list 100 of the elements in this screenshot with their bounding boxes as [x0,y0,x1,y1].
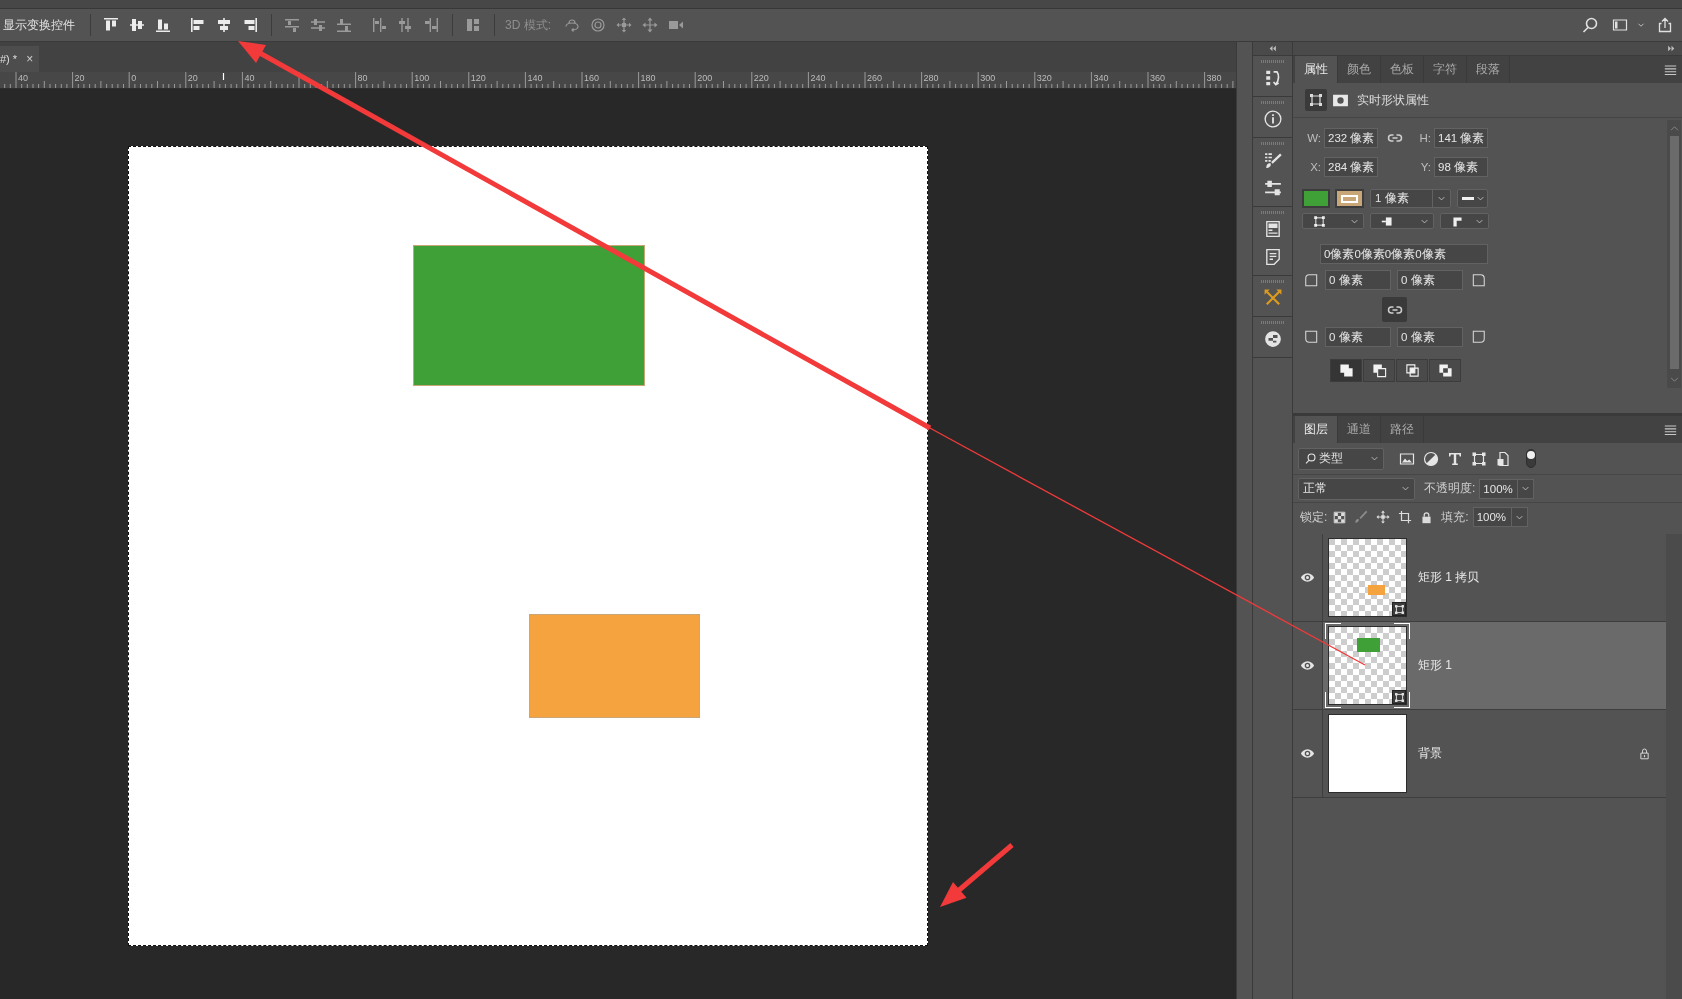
align-bottom-icon[interactable] [155,17,171,33]
ruler-label: 40 [244,73,255,83]
height-field[interactable]: 141 像素 [1434,128,1488,148]
opacity-field[interactable]: 100% [1479,478,1519,499]
layer-row[interactable]: 矩形 1 [1293,622,1666,710]
panel-tab[interactable]: 路径 [1381,416,1424,443]
panel-menu-icon[interactable] [1664,423,1677,436]
ruler-label: 220 [753,73,769,83]
grip-icon[interactable] [1260,211,1285,214]
grip-icon[interactable] [1260,321,1285,324]
blend-mode-dropdown[interactable]: 正常 [1298,477,1415,500]
3d-mode-label: 3D 模式: [505,16,551,34]
y-field[interactable]: 98 像素 [1434,157,1488,177]
history-icon[interactable] [1263,69,1282,87]
sliders-icon[interactable] [1263,179,1282,197]
x-field[interactable]: 284 像素 [1324,157,1378,177]
move-icon[interactable] [1376,510,1391,524]
search-icon[interactable] [1582,17,1598,33]
layer-row[interactable]: 矩形 1 拷贝 [1293,534,1666,622]
ruler-label: 300 [980,73,996,83]
checkerboard-icon[interactable] [1333,510,1347,524]
stroke-align-icon [1313,214,1326,228]
panel-menu-icon[interactable] [1664,63,1677,76]
lock-icon[interactable] [1420,510,1434,524]
field-label: W: [1306,132,1321,144]
grip-icon[interactable] [1260,60,1285,63]
eye-icon[interactable] [1300,570,1315,585]
shape-icon[interactable] [1471,450,1487,467]
corner-radii-field[interactable]: 0像素0像素0像素0像素 [1320,244,1488,264]
crop-icon[interactable] [1398,510,1413,524]
path-operation-button[interactable] [1396,359,1428,382]
lock-icon[interactable] [1638,747,1651,760]
caret-icon [1437,194,1446,203]
corner-radius-field[interactable]: 0 像素 [1397,270,1463,290]
line-cap-dropdown[interactable] [1370,213,1434,229]
panel-tab[interactable]: 通道 [1338,416,1381,443]
corner-radius-field[interactable]: 0 像素 [1397,327,1463,347]
layer-row[interactable]: 背景 [1293,710,1666,798]
workspace-icon[interactable] [1610,17,1630,33]
panel-tab[interactable]: 字符 [1424,56,1467,83]
panel-tab[interactable]: 色板 [1381,56,1424,83]
rounded-corner-icon[interactable] [1472,273,1486,287]
scrollbar[interactable] [1667,120,1681,388]
close-button[interactable]: × [26,52,34,66]
expand-icon[interactable] [1667,44,1676,53]
ruler-label: 20 [187,73,198,83]
corner-radius-field[interactable]: 0 像素 [1325,270,1391,290]
panel-layout-icon[interactable] [1263,220,1282,238]
info-icon[interactable] [1263,110,1282,128]
corner-radius-field[interactable]: 0 像素 [1325,327,1391,347]
path-operation-button[interactable] [1363,359,1395,382]
image-icon[interactable] [1399,450,1415,467]
stroke-swatch-icon[interactable] [1335,189,1364,208]
note-icon[interactable] [1263,248,1282,266]
page-icon[interactable] [1495,450,1511,467]
align-top-icon[interactable] [103,17,119,33]
filter-dropdown[interactable]: 类型 [1298,447,1384,470]
document-tab[interactable]: #) * × [0,46,40,72]
rounded-corner-icon[interactable] [1304,273,1318,287]
fill-field[interactable]: 100% [1472,507,1512,527]
align-left-icon[interactable] [190,17,206,33]
rounded-corner-icon[interactable] [1472,330,1486,344]
panel-tab[interactable]: 段落 [1467,56,1510,83]
rounded-corner-icon[interactable] [1304,330,1318,344]
intersect-shapes-icon [1404,363,1420,378]
ruler-label: 100 [414,73,430,83]
stroke-align-dropdown[interactable] [1302,213,1364,229]
eye-icon[interactable] [1300,746,1315,761]
line-join-dropdown[interactable] [1440,213,1489,229]
caret-icon [1476,194,1485,203]
path-operation-button[interactable] [1330,359,1362,382]
share-icon[interactable] [1657,17,1673,33]
panel-tab[interactable]: 颜色 [1338,56,1381,83]
crossed-tools-icon[interactable] [1263,289,1282,307]
collapse-icon[interactable] [1268,44,1277,53]
eye-icon[interactable] [1300,658,1315,673]
grip-icon[interactable] [1260,101,1285,104]
filter-toggle[interactable] [1526,449,1536,468]
scrollbar[interactable] [1666,534,1682,999]
path-operation-button[interactable] [1429,359,1461,382]
caret-icon[interactable] [1637,21,1645,29]
grip-icon[interactable] [1260,280,1285,283]
align-right-icon[interactable] [242,17,258,33]
shape-badge-icon [1392,602,1406,616]
grip-icon[interactable] [1260,142,1285,145]
ruler-label: 120 [470,73,486,83]
panel-tab[interactable]: 属性 [1295,56,1338,83]
stroke-width-dropdown[interactable]: 1 像素 [1370,189,1451,208]
brush-presets-icon[interactable] [1263,151,1282,169]
align-hcenter-icon[interactable] [216,17,232,33]
type-icon[interactable] [1447,450,1463,467]
layer-name: 背景 [1418,745,1442,762]
width-field[interactable]: 232 像素 [1324,128,1378,148]
link-button[interactable] [1382,297,1407,322]
scrollbar-thumb[interactable] [1669,136,1679,369]
line-style-dropdown[interactable] [1457,189,1488,208]
align-vcenter-icon[interactable] [129,17,145,33]
fill-swatch-icon[interactable] [1302,189,1330,208]
half-circle-icon[interactable] [1423,450,1439,467]
panel-tab[interactable]: 图层 [1295,416,1338,443]
